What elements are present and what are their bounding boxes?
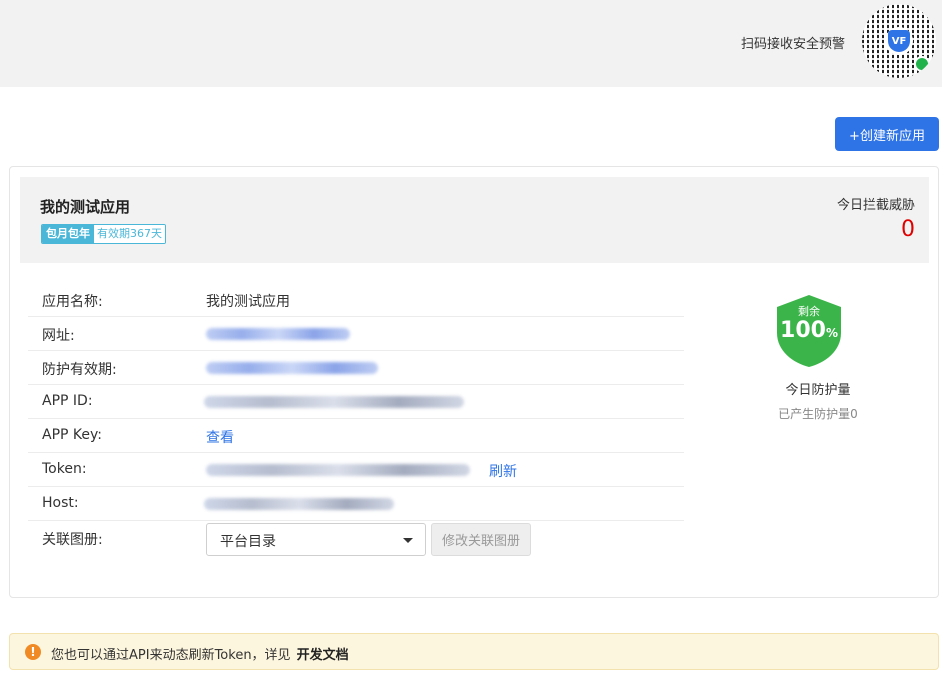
app-card-header: 我的测试应用 包月包年 有效期367天 今日拦截威胁 0 xyxy=(20,177,929,263)
qr-center: VF xyxy=(885,27,913,55)
edit-album-button[interactable]: 修改关联图册 xyxy=(431,523,531,556)
produced-protection-label: 已产生防护量0 xyxy=(778,407,858,421)
plan-tags: 包月包年 有效期367天 xyxy=(41,224,166,244)
warning-icon: ! xyxy=(25,644,41,660)
row-label: 应用名称: xyxy=(42,294,103,310)
row-label: APP Key: xyxy=(42,427,102,443)
shield-logo-icon: VF xyxy=(888,30,910,52)
info-row-appid: APP ID: xyxy=(28,385,684,419)
info-row-url: 网址: xyxy=(28,317,684,351)
info-row-token: Token: 刷新 xyxy=(28,453,684,487)
row-label: Host: xyxy=(42,495,79,511)
refresh-token-link[interactable]: 刷新 xyxy=(489,461,517,481)
info-row-protect-period: 防护有效期: xyxy=(28,351,684,385)
qr-code-icon: VF xyxy=(862,4,936,78)
view-appkey-link[interactable]: 查看 xyxy=(206,427,234,447)
quota-shield: 剩余 100% xyxy=(773,293,845,369)
album-selected-value: 平台目录 xyxy=(220,534,276,550)
notice-bar: ! 您也可以通过API来动态刷新Token，详见 开发文档 xyxy=(9,633,939,670)
row-label: APP ID: xyxy=(42,393,93,409)
app-title: 我的测试应用 xyxy=(40,198,131,216)
threat-label: 今日拦截威胁 xyxy=(836,198,915,213)
validity-tag: 有效期367天 xyxy=(94,225,165,243)
info-row-album: 关联图册: 平台目录 修改关联图册 xyxy=(28,521,684,561)
mini-program-badge-icon xyxy=(914,56,930,72)
row-label: 防护有效期: xyxy=(42,362,117,378)
remaining-label: 剩余 xyxy=(798,305,820,318)
redacted-period xyxy=(206,362,378,374)
remaining-percent: 100% xyxy=(773,318,845,343)
threat-count: 0 xyxy=(901,217,915,242)
caret-down-icon xyxy=(403,538,413,543)
scan-alert-text: 扫码接收安全预警 xyxy=(740,37,845,52)
notice-message: 您也可以通过API来动态刷新Token，详见 xyxy=(51,648,291,663)
row-label: 关联图册: xyxy=(42,532,103,548)
top-bar: 扫码接收安全预警 VF xyxy=(0,0,942,87)
notice-text: 您也可以通过API来动态刷新Token，详见 开发文档 xyxy=(51,644,349,663)
row-label: 网址: xyxy=(42,328,75,344)
album-select[interactable]: 平台目录 xyxy=(206,523,426,556)
app-name-value: 我的测试应用 xyxy=(206,294,290,310)
today-protection-label: 今日防护量 xyxy=(785,383,851,398)
info-row-appkey: APP Key: 查看 xyxy=(28,419,684,453)
redacted-appid xyxy=(204,396,464,408)
remaining-percent-value: 100 xyxy=(780,318,826,343)
redacted-host xyxy=(204,498,394,510)
plan-tag: 包月包年 xyxy=(42,225,94,243)
dev-docs-link[interactable]: 开发文档 xyxy=(297,648,349,663)
row-label: Token: xyxy=(42,461,87,477)
create-app-button[interactable]: +创建新应用 xyxy=(835,117,939,151)
percent-sign: % xyxy=(825,326,838,340)
info-row-host: Host: xyxy=(28,487,684,521)
info-row-name: 应用名称: 我的测试应用 xyxy=(28,283,684,317)
redacted-token xyxy=(206,464,470,476)
app-info-list: 应用名称: 我的测试应用 网址: 防护有效期: APP ID: APP Key:… xyxy=(28,283,684,561)
redacted-url xyxy=(206,328,350,340)
